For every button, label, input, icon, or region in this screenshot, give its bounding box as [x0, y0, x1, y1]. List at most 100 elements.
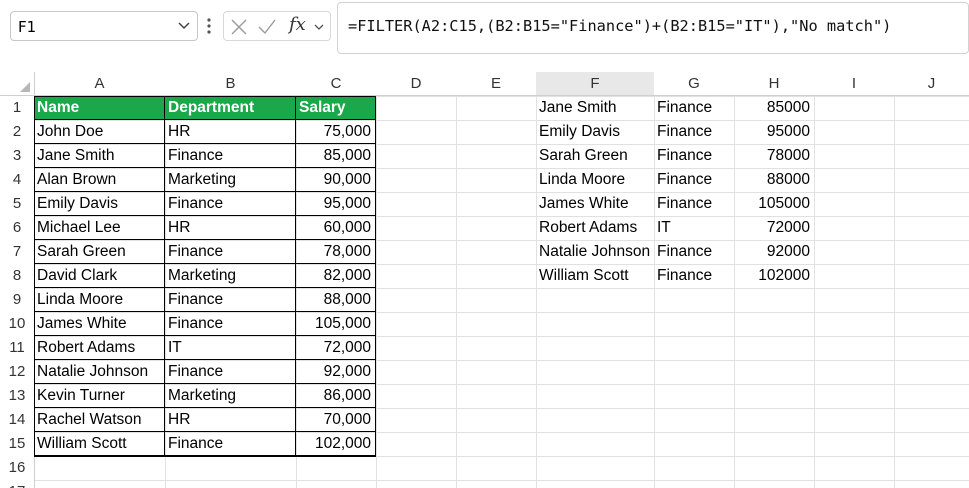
result-salary[interactable]: 95000	[734, 120, 814, 144]
insert-function-icon[interactable]: fx	[289, 14, 306, 35]
cell-name[interactable]: William Scott	[34, 432, 165, 456]
cell-salary[interactable]: 90,000	[296, 168, 376, 192]
result-name[interactable]: Jane Smith	[536, 96, 654, 120]
cell-salary[interactable]: 72,000	[296, 336, 376, 360]
result-salary[interactable]: 72000	[734, 216, 814, 240]
row-header-14[interactable]: 14	[0, 408, 34, 432]
cell-department[interactable]: Finance	[165, 288, 296, 312]
cell-name[interactable]: Rachel Watson	[34, 408, 165, 432]
column-header-a[interactable]: A	[34, 72, 165, 96]
cell-department[interactable]: HR	[165, 216, 296, 240]
column-header-c[interactable]: C	[296, 72, 376, 96]
row-header-9[interactable]: 9	[0, 288, 34, 312]
header-name[interactable]: Name	[34, 96, 165, 120]
check-icon[interactable]	[257, 18, 277, 36]
select-all-corner[interactable]	[0, 72, 34, 96]
cell-name[interactable]: Jane Smith	[34, 144, 165, 168]
cell-salary[interactable]: 102,000	[296, 432, 376, 456]
cell-salary[interactable]: 82,000	[296, 264, 376, 288]
chevron-down-icon[interactable]	[177, 18, 191, 32]
cell-department[interactable]: HR	[165, 408, 296, 432]
cell-salary[interactable]: 85,000	[296, 144, 376, 168]
row-header-1[interactable]: 1	[0, 96, 34, 120]
formula-input[interactable]: =FILTER(A2:C15,(B2:B15="Finance")+(B2:B1…	[337, 2, 969, 54]
cell-department[interactable]: Marketing	[165, 168, 296, 192]
row-header-13[interactable]: 13	[0, 384, 34, 408]
result-name[interactable]: Natalie Johnson	[536, 240, 654, 264]
result-department[interactable]: Finance	[654, 120, 734, 144]
cell-name[interactable]: Kevin Turner	[34, 384, 165, 408]
row-header-5[interactable]: 5	[0, 192, 34, 216]
result-department[interactable]: Finance	[654, 192, 734, 216]
row-header-2[interactable]: 2	[0, 120, 34, 144]
row-header-3[interactable]: 3	[0, 144, 34, 168]
result-name[interactable]: Sarah Green	[536, 144, 654, 168]
cell-name[interactable]: Linda Moore	[34, 288, 165, 312]
row-header-7[interactable]: 7	[0, 240, 34, 264]
cell-salary[interactable]: 86,000	[296, 384, 376, 408]
row-header-17[interactable]: 17	[0, 480, 34, 488]
result-department[interactable]: Finance	[654, 96, 734, 120]
result-name[interactable]: Robert Adams	[536, 216, 654, 240]
cell-department[interactable]: HR	[165, 120, 296, 144]
cell-department[interactable]: Finance	[165, 144, 296, 168]
cell-department[interactable]: Finance	[165, 360, 296, 384]
column-header-g[interactable]: G	[654, 72, 734, 96]
cell-department[interactable]: Finance	[165, 312, 296, 336]
cell-department[interactable]: Marketing	[165, 264, 296, 288]
cell-salary[interactable]: 92,000	[296, 360, 376, 384]
result-salary[interactable]: 92000	[734, 240, 814, 264]
cell-name[interactable]: Robert Adams	[34, 336, 165, 360]
result-department[interactable]: Finance	[654, 240, 734, 264]
result-department[interactable]: Finance	[654, 144, 734, 168]
cell-department[interactable]: IT	[165, 336, 296, 360]
cell-salary[interactable]: 95,000	[296, 192, 376, 216]
result-salary[interactable]: 102000	[734, 264, 814, 288]
column-header-b[interactable]: B	[165, 72, 296, 96]
cell-name[interactable]: James White	[34, 312, 165, 336]
cell-name[interactable]: Sarah Green	[34, 240, 165, 264]
result-name[interactable]: James White	[536, 192, 654, 216]
row-header-11[interactable]: 11	[0, 336, 34, 360]
cell-department[interactable]: Finance	[165, 240, 296, 264]
cell-name[interactable]: Alan Brown	[34, 168, 165, 192]
result-salary[interactable]: 105000	[734, 192, 814, 216]
cell-salary[interactable]: 88,000	[296, 288, 376, 312]
column-header-h[interactable]: H	[734, 72, 814, 96]
row-header-8[interactable]: 8	[0, 264, 34, 288]
cell-department[interactable]: Marketing	[165, 384, 296, 408]
column-header-i[interactable]: I	[814, 72, 894, 96]
more-options-icon[interactable]	[205, 15, 213, 37]
column-header-j[interactable]: J	[894, 72, 969, 96]
header-department[interactable]: Department	[165, 96, 296, 120]
row-header-4[interactable]: 4	[0, 168, 34, 192]
spreadsheet-grid[interactable]: ABCDEFGHIJ1234567891011121314151617NameD…	[0, 72, 969, 488]
cell-salary[interactable]: 78,000	[296, 240, 376, 264]
cell-name[interactable]: John Doe	[34, 120, 165, 144]
result-salary[interactable]: 88000	[734, 168, 814, 192]
result-name[interactable]: Linda Moore	[536, 168, 654, 192]
cell-salary[interactable]: 105,000	[296, 312, 376, 336]
result-name[interactable]: Emily Davis	[536, 120, 654, 144]
row-header-6[interactable]: 6	[0, 216, 34, 240]
column-header-d[interactable]: D	[376, 72, 456, 96]
row-header-10[interactable]: 10	[0, 312, 34, 336]
cell-salary[interactable]: 75,000	[296, 120, 376, 144]
column-header-f[interactable]: F	[536, 72, 654, 96]
column-header-e[interactable]: E	[456, 72, 536, 96]
cell-department[interactable]: Finance	[165, 192, 296, 216]
header-salary[interactable]: Salary	[296, 96, 376, 120]
result-name[interactable]: William Scott	[536, 264, 654, 288]
cell-salary[interactable]: 60,000	[296, 216, 376, 240]
chevron-down-icon[interactable]	[313, 21, 325, 33]
row-header-15[interactable]: 15	[0, 432, 34, 456]
result-salary[interactable]: 78000	[734, 144, 814, 168]
cell-department[interactable]: Finance	[165, 432, 296, 456]
cell-salary[interactable]: 70,000	[296, 408, 376, 432]
cell-name[interactable]: Michael Lee	[34, 216, 165, 240]
row-header-16[interactable]: 16	[0, 456, 34, 480]
row-header-12[interactable]: 12	[0, 360, 34, 384]
cell-name[interactable]: David Clark	[34, 264, 165, 288]
cell-name[interactable]: Natalie Johnson	[34, 360, 165, 384]
result-department[interactable]: Finance	[654, 264, 734, 288]
